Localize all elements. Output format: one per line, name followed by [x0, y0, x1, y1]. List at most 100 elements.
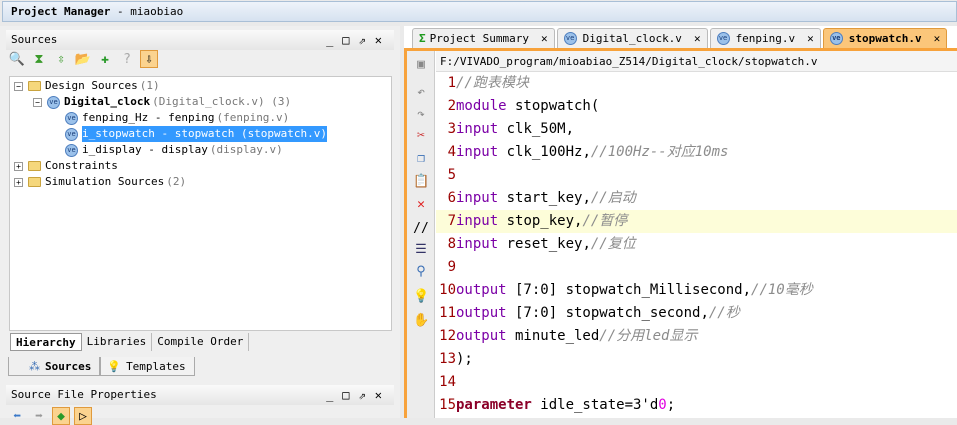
delete-icon[interactable]: ✕	[413, 197, 429, 213]
code-line[interactable]: 15parameter idle_state=3'd0;	[436, 394, 957, 417]
code-line[interactable]: 9	[436, 256, 957, 279]
code-text: stopwatch(	[506, 98, 600, 114]
maximize-button[interactable]: □	[342, 385, 349, 405]
search-icon[interactable]: 🔍	[8, 50, 26, 68]
code-line[interactable]: 14	[436, 371, 957, 394]
find-icon[interactable]: ⚲	[413, 264, 429, 280]
tab-templates[interactable]: 💡 Templates	[100, 357, 195, 376]
collapse-icon[interactable]: −	[33, 97, 42, 107]
code-line[interactable]: 2module stopwatch(	[436, 95, 957, 118]
lightbulb-icon[interactable]: 💡	[413, 289, 429, 305]
expand-all-icon[interactable]: ⇳	[52, 50, 70, 68]
close-tab-icon[interactable]: ✕	[694, 29, 701, 49]
verilog-icon: ve	[716, 32, 730, 45]
show-properties-icon[interactable]: ⇩	[140, 50, 158, 68]
hand-icon[interactable]: ✋	[413, 313, 429, 329]
keyword: output	[456, 328, 507, 344]
code-line[interactable]: 5	[436, 164, 957, 187]
node-file: (display.v)	[209, 143, 283, 156]
collapse-all-icon[interactable]: ⧗	[30, 50, 48, 68]
panel-tabs: ⁂ Sources 💡 Templates	[8, 357, 195, 376]
close-button[interactable]: ✕	[375, 30, 382, 50]
cut-icon[interactable]: ✂	[413, 128, 429, 144]
properties-icon[interactable]: ◆	[52, 407, 70, 425]
undo-icon[interactable]: ↶	[413, 85, 429, 101]
redo-icon[interactable]: ↷	[413, 107, 429, 123]
tree-node-constraints[interactable]: + Constraints	[14, 158, 118, 174]
minimize-button[interactable]: _	[326, 385, 333, 405]
tree-node-display[interactable]: ve i_display - display (display.v)	[65, 142, 283, 158]
keyword: output	[456, 305, 507, 321]
verilog-icon: ve	[829, 32, 843, 45]
window-title: Project Manager	[11, 5, 111, 18]
code-line[interactable]: 4input clk_100Hz,//100Hz--对应10ms	[436, 141, 957, 164]
line-number: 15	[439, 397, 456, 413]
save-icon[interactable]: ▣	[413, 57, 429, 73]
code-line[interactable]: 7input stop_key,//暂停	[436, 210, 957, 233]
tree-node-digital-clock[interactable]: − ve Digital_clock (Digital_clock.v) (3)	[33, 94, 291, 110]
tab-stopwatch[interactable]: ve stopwatch.v ✕	[822, 28, 948, 49]
editor-tabs: Σ Project Summary ✕ ve Digital_clock.v ✕ ve f…	[412, 28, 948, 49]
node-count: (1)	[139, 79, 160, 92]
line-number: 13	[439, 351, 456, 367]
editor-frame: ▣ ↶ ↷ ✂ ❐ 📋 ✕ // ☰ ⚲ 💡 ✋ F:/VIVADO_progr…	[404, 48, 957, 418]
float-button[interactable]: ⇗	[359, 30, 366, 50]
code-line[interactable]: 11output [7:0] stopwatch_second,//秒	[436, 302, 957, 325]
tree-node-fenping[interactable]: ve fenping_Hz - fenping (fenping.v)	[65, 110, 289, 126]
tab-compile-order[interactable]: Compile Order	[152, 333, 250, 351]
line-number: 6	[447, 190, 456, 206]
tab-label: Digital_clock.v	[582, 31, 682, 45]
lightbulb-icon: 💡	[107, 359, 122, 373]
code-text: minute_led	[506, 328, 600, 344]
pointer-icon[interactable]: ▷	[74, 407, 92, 425]
close-button[interactable]: ✕	[375, 385, 382, 405]
folder-icon	[28, 81, 41, 91]
maximize-button[interactable]: □	[342, 30, 349, 50]
help-icon[interactable]: ?	[118, 50, 136, 68]
editor-side-toolbar: ▣ ↶ ↷ ✂ ❐ 📋 ✕ // ☰ ⚲ 💡 ✋	[407, 51, 435, 418]
code-line[interactable]: 10output [7:0] stopwatch_Millisecond,//1…	[436, 279, 957, 302]
keyword: input	[456, 236, 499, 252]
node-count: (2)	[166, 175, 187, 188]
expand-icon[interactable]: +	[14, 177, 23, 187]
sources-toolbar: 🔍 ⧗ ⇳ 📂 ✚ ? ⇩	[8, 50, 158, 68]
code-line[interactable]: 12output minute_led//分用led显示	[436, 325, 957, 348]
close-tab-icon[interactable]: ✕	[541, 29, 548, 49]
copy-icon[interactable]: ❐	[413, 151, 429, 167]
tab-fenping[interactable]: ve fenping.v ✕	[709, 28, 821, 49]
comment: //暂停	[582, 213, 628, 229]
minimize-button[interactable]: _	[326, 30, 333, 50]
tab-sources[interactable]: ⁂ Sources	[8, 357, 101, 376]
verilog-icon: ve	[65, 111, 78, 125]
paste-icon[interactable]: 📋	[413, 174, 429, 190]
close-tab-icon[interactable]: ✕	[934, 29, 941, 49]
close-tab-icon[interactable]: ✕	[807, 29, 814, 49]
line-number: 5	[447, 167, 456, 183]
tab-project-summary[interactable]: Σ Project Summary ✕	[412, 28, 555, 48]
indent-icon[interactable]: ☰	[413, 242, 429, 258]
tab-digital-clock[interactable]: ve Digital_clock.v ✕	[556, 28, 708, 49]
add-sources-icon[interactable]: ✚	[96, 50, 114, 68]
forward-arrow-icon[interactable]: ➡	[30, 407, 48, 425]
code-line[interactable]: 1//跑表模块	[436, 72, 957, 95]
collapse-icon[interactable]: −	[14, 81, 23, 91]
back-arrow-icon[interactable]: ⬅	[8, 407, 26, 425]
expand-icon[interactable]: +	[14, 161, 23, 171]
code-line[interactable]: 3input clk_50M,	[436, 118, 957, 141]
code-area[interactable]: 1//跑表模块 2module stopwatch(3input clk_50M,…	[436, 72, 957, 417]
node-file: (Digital_clock.v) (3)	[152, 95, 292, 108]
tab-libraries[interactable]: Libraries	[82, 333, 153, 351]
tree-node-stopwatch[interactable]: ve i_stopwatch - stopwatch (stopwatch.v)	[65, 126, 328, 142]
float-button[interactable]: ⇗	[359, 385, 366, 405]
comment: //分用led显示	[599, 328, 698, 344]
code-line[interactable]: 8input reset_key,//复位	[436, 233, 957, 256]
tree-node-simulation-sources[interactable]: + Simulation Sources (2)	[14, 174, 186, 190]
code-line[interactable]: 6input start_key,//启动	[436, 187, 957, 210]
tab-hierarchy[interactable]: Hierarchy	[10, 333, 82, 351]
open-folder-icon[interactable]: 📂	[74, 50, 92, 68]
code-line[interactable]: 13);	[436, 348, 957, 371]
tree-node-design-sources[interactable]: − Design Sources (1)	[14, 78, 160, 94]
tab-label: Sources	[45, 359, 92, 373]
comment-icon[interactable]: //	[413, 221, 429, 237]
editor-panel: Σ Project Summary ✕ ve Digital_clock.v ✕ ve f…	[404, 26, 957, 418]
